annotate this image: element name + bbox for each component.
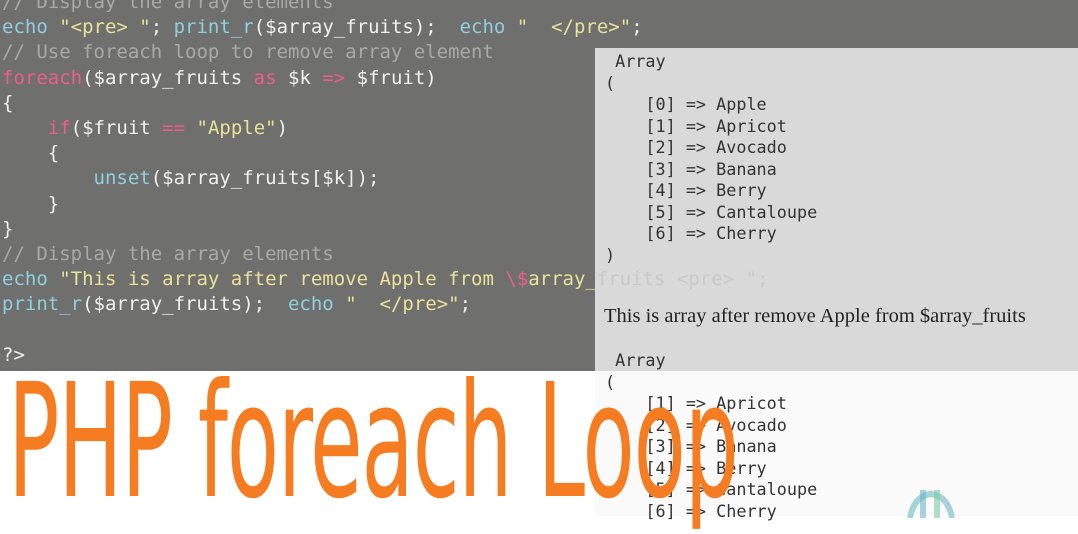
code-token: print_r [2,293,83,316]
code-token: "This is array after remove Apple from [59,268,506,291]
code-token: $k [276,66,323,89]
code-line: echo "<pre> "; print_r($array_fruits); e… [2,15,768,40]
code-token: // Display the array elements [2,0,334,13]
code-token: print_r [173,16,254,39]
code-line: { [2,91,768,116]
code-token: ($array_fruits [82,66,254,89]
code-token: ; [150,16,174,39]
code-line: foreach($array_fruits as $k => $fruit) [2,66,768,91]
code-line: { [2,141,768,166]
watermark-logo-icon [907,490,955,518]
code-token: \$ [505,268,529,291]
code-token: ($array_fruits); [82,293,288,316]
code-token: ; [631,16,643,39]
code-token: unset [93,167,151,190]
code-token: if [47,116,71,139]
code-token: { [2,91,14,114]
code-line: } [2,217,768,242]
code-line: if($fruit == "Apple") [2,116,768,141]
code-line: echo "This is array after remove Apple f… [2,267,768,292]
code-line: print_r($array_fruits); echo " </pre>"; [2,292,768,317]
code-token: { [2,142,60,165]
code-token: ($array_fruits[$k]); [150,167,380,190]
code-token: => [322,66,346,89]
code-token: as [253,66,277,89]
code-line: // Use foreach loop to remove array elem… [2,40,768,65]
code-token: echo [2,16,60,39]
code-token: } [2,217,14,240]
code-token: $fruit) [345,66,437,89]
code-token: ($fruit [70,116,163,139]
code-line: } [2,192,768,217]
code-token: ) [276,116,289,139]
code-token: echo [2,268,60,291]
code-token: == [162,116,186,139]
code-token: echo [287,293,346,316]
code-token: // Display the array elements [2,242,334,265]
code-token: array_ [528,268,597,291]
code-token: // Use foreach loop to remove array elem… [2,41,494,64]
code-token: ; [459,293,472,316]
code-token: } [2,192,60,215]
code-line: // Display the array elements [2,242,768,267]
code-token: "<pre> " [59,16,151,39]
php-code-block: // Display the array elements echo "<pre>… [2,0,768,368]
code-line: unset($array_fruits[$k]); [2,166,768,191]
banner-title: PHP foreach Loop [8,350,739,534]
code-token: echo [459,16,517,39]
code-token: foreach [2,66,83,89]
code-line: // Display the array elements [2,0,768,15]
code-token: "Apple" [196,116,277,139]
code-token: fruits <pre> "; [596,268,769,291]
code-token: ($array_fruits); [253,16,460,39]
code-token: " </pre>" [516,16,632,39]
code-token: " </pre>" [345,293,460,316]
